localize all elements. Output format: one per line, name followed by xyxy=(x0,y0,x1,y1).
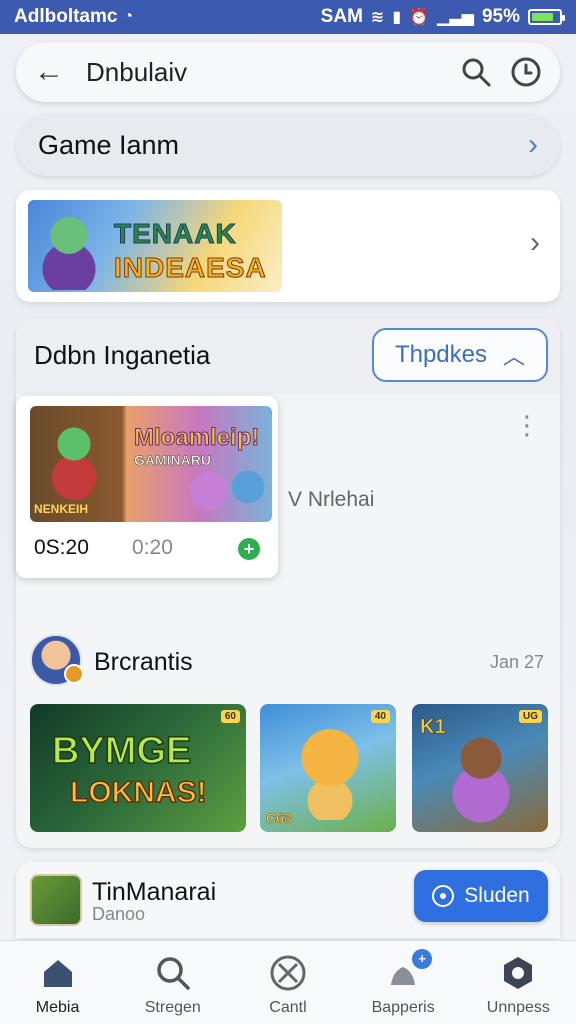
status-bar: Adlboltamc ◔ SAM ≋ ▮ ⏰ ▁▃▅ 95% xyxy=(0,0,576,34)
game-app-icon xyxy=(30,874,82,926)
battery-icon xyxy=(528,9,565,25)
video-caption: NENKEIH xyxy=(34,502,89,516)
home-icon xyxy=(43,960,72,987)
nav-label: Bapperis xyxy=(371,999,435,1016)
search-icon xyxy=(157,957,190,990)
video-thumbnail[interactable]: Mloamleip! GAMINARU NENKEIH xyxy=(30,406,272,522)
nav-item-settings[interactable]: Unnpess xyxy=(463,953,573,1017)
nav-label: Stregen xyxy=(144,999,201,1016)
thumbnail-caption: C63 xyxy=(266,810,292,827)
banner-title-line2: INDEAESA xyxy=(114,252,267,284)
video-side-label: V Nrlehai xyxy=(288,488,375,511)
history-icon[interactable] xyxy=(510,56,542,88)
game-category-row[interactable]: Game Ianm › xyxy=(16,114,560,176)
nav-label: Mebia xyxy=(35,999,80,1016)
more-vertical-icon[interactable]: ⋮ xyxy=(514,412,540,438)
arrow-left-icon[interactable]: ← xyxy=(34,55,64,89)
sync-icon: ◔ xyxy=(123,8,134,25)
nav-item-compass[interactable]: Cantl xyxy=(233,953,343,1017)
thumbnail-caption: K1 xyxy=(420,716,446,739)
banner-character-illustration xyxy=(34,206,104,290)
nav-label: Cantl xyxy=(269,999,307,1016)
battery-percent: 95% xyxy=(481,6,520,27)
section-toggle-button[interactable]: Thpdkes ︿ xyxy=(372,328,548,382)
status-carrier: SAM xyxy=(320,6,363,27)
notice-subtitle: Danoo xyxy=(92,904,146,924)
wifi-icon: ≋ xyxy=(370,9,385,26)
search-icon[interactable] xyxy=(460,56,492,88)
chat-button[interactable]: Sluden xyxy=(414,870,548,922)
chevron-up-icon: ︿ xyxy=(503,344,526,369)
thumbnail-tag: 60 xyxy=(220,710,240,723)
thumbnail-title-line1: BYMGE xyxy=(51,729,192,773)
chat-button-label: Sluden xyxy=(464,884,530,907)
chat-bubble-icon xyxy=(432,885,455,907)
search-bar[interactable]: ← Dnbulaiv xyxy=(16,42,560,102)
video-card[interactable]: Mloamleip! GAMINARU NENKEIH 0S:20 0:20 + xyxy=(16,396,278,578)
gear-icon xyxy=(504,957,533,989)
alarm-icon: ⏰ xyxy=(409,9,430,26)
chevron-right-icon[interactable]: › xyxy=(530,226,540,260)
banner-title-line1: TENAAK xyxy=(114,218,237,250)
section-card: Ddbn Inganetia Thpdkes ︿ Mloamleip! GAMI… xyxy=(16,318,560,848)
nav-item-notifications[interactable]: + Bapperis xyxy=(348,949,458,1017)
featured-banner-image[interactable]: TENAAK INDEAESA xyxy=(28,200,282,292)
game-thumbnail-3[interactable]: UG K1 xyxy=(412,704,548,832)
notice-title: TinManarai xyxy=(92,878,217,906)
add-icon[interactable]: + xyxy=(238,538,260,560)
game-thumbnail-2[interactable]: 40 C63 xyxy=(260,704,396,832)
nav-label: Unnpess xyxy=(486,999,550,1016)
featured-banner-card[interactable]: TENAAK INDEAESA › xyxy=(16,190,560,302)
game-category-label: Game Ianm xyxy=(38,129,180,160)
thumbnail-title-line2: LOKNAS! xyxy=(69,775,207,810)
video-title: Mloamleip! xyxy=(133,424,260,452)
section-toggle-label: Thpdkes xyxy=(394,341,488,368)
notification-badge: + xyxy=(412,949,433,969)
thumbnail-tag: UG xyxy=(519,710,542,723)
section-title: Ddbn Inganetia xyxy=(34,340,211,370)
video-time-total: 0:20 xyxy=(132,536,173,559)
game-thumbnail-1[interactable]: 60 BYMGE LOKNAS! xyxy=(30,704,246,832)
thumbnail-character-illustration xyxy=(44,420,104,500)
nav-item-search[interactable]: Stregen xyxy=(118,953,228,1017)
nav-item-home[interactable]: Mebia xyxy=(3,953,113,1017)
signal-icon: ▮ xyxy=(392,9,402,26)
chevron-right-icon: › xyxy=(528,128,538,161)
bottom-navigation: Mebia Stregen Cantl + Bapperis Unnpess xyxy=(0,940,576,1024)
section-content: Mloamleip! GAMINARU NENKEIH 0S:20 0:20 +… xyxy=(16,394,560,848)
thumbnail-character-illustration xyxy=(228,462,268,512)
author-name[interactable]: Brcrantis xyxy=(94,648,193,677)
thumbnail-character-illustration xyxy=(446,730,516,824)
thumbnail-character-illustration xyxy=(290,724,370,820)
thumbnail-tag: 40 xyxy=(370,710,390,723)
status-app-name: Adlboltamc xyxy=(14,6,118,27)
video-time-current: 0S:20 xyxy=(34,536,89,559)
compass-icon xyxy=(270,955,306,991)
signal-bars-icon: ▁▃▅ xyxy=(437,9,474,26)
avatar-badge-icon xyxy=(64,664,84,684)
thumbnail-character-illustration xyxy=(186,466,230,516)
post-date: Jan 27 xyxy=(489,652,544,672)
search-input[interactable]: Dnbulaiv xyxy=(86,57,442,88)
notice-card: TinManarai Danoo Sluden xyxy=(16,862,560,938)
